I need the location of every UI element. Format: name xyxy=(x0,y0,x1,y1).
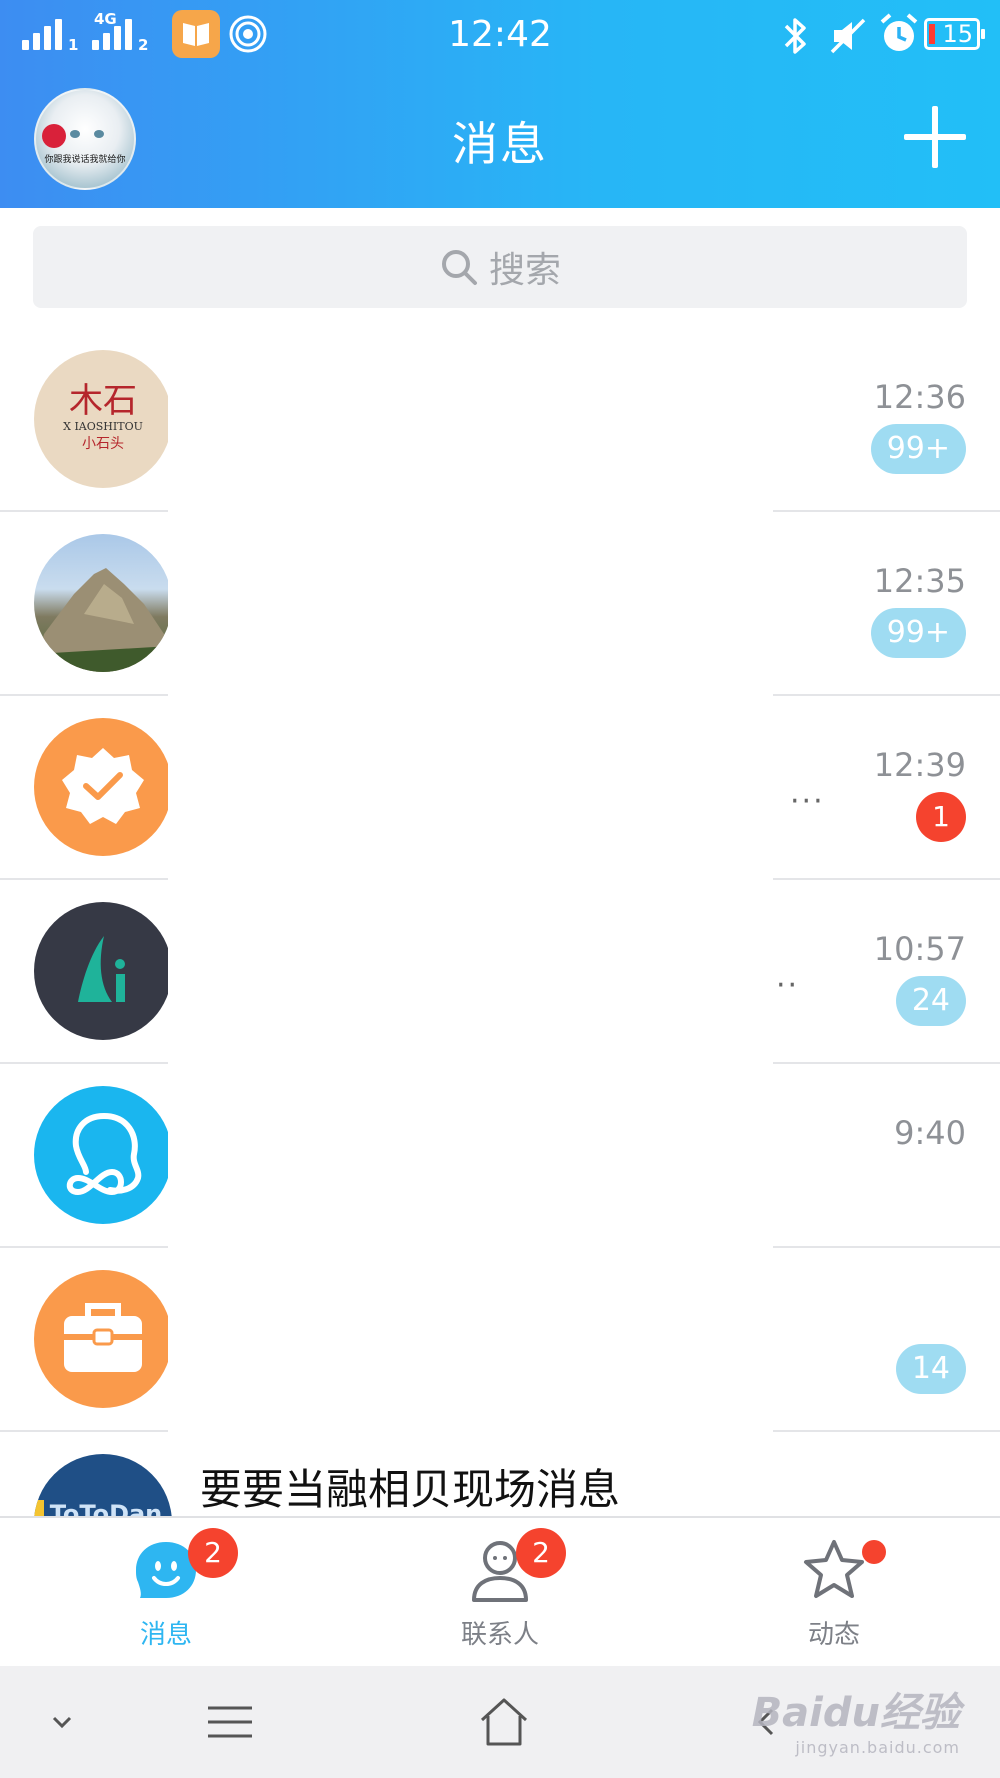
page-title: 消息 xyxy=(452,117,548,171)
avatar-brand-text: 小石头 xyxy=(82,436,124,452)
message-preview xyxy=(168,880,773,1064)
star-icon xyxy=(804,1540,864,1598)
menu-icon[interactable] xyxy=(200,1694,260,1750)
message-snippet-tail: ··· xyxy=(790,784,825,819)
watermark-url: jingyan.baidu.com xyxy=(795,1738,960,1757)
conversation-name: 要要当融相贝现场消息 xyxy=(200,1465,621,1514)
list-item[interactable]: 12:35 99+ xyxy=(0,512,1000,696)
message-time: 9:40 xyxy=(894,1114,966,1152)
search-placeholder: 搜索 xyxy=(488,250,561,291)
unread-badge: 14 xyxy=(895,1344,966,1394)
tab-label: 联系人 xyxy=(460,1620,539,1650)
watermark-brand: Baidu经验 xyxy=(751,1690,960,1736)
alarm-icon xyxy=(880,13,918,51)
plus-icon[interactable] xyxy=(904,106,966,168)
message-preview xyxy=(168,1064,773,1248)
list-item[interactable]: ToToDan 要要当融相贝现场消息 xyxy=(0,1432,1000,1516)
tab-badge: 2 xyxy=(188,1528,238,1578)
unread-badge: 99+ xyxy=(870,608,966,658)
avatar xyxy=(34,902,172,1040)
avatar xyxy=(34,534,172,672)
message-snippet-tail: ·· xyxy=(776,968,800,1003)
watermark: Baidu经验 jingyan.baidu.com xyxy=(752,1680,960,1757)
message-preview xyxy=(168,512,773,696)
message-time: 12:36 xyxy=(873,378,966,416)
unread-badge: 24 xyxy=(895,976,966,1026)
mute-icon xyxy=(830,18,866,54)
tab-label: 消息 xyxy=(139,1620,192,1650)
tab-new-dot xyxy=(862,1540,886,1564)
tab-messages[interactable]: 2 消息 xyxy=(66,1518,266,1668)
list-item[interactable]: 9:40 xyxy=(0,1064,1000,1248)
app-header: 1 4G 2 12:42 15 你跟我说话我就给你 消息 xyxy=(0,0,1000,208)
avatar-brand-text: ToToDan xyxy=(50,1500,163,1516)
bottom-tab-bar: 2 消息 2 联系人 动态 xyxy=(0,1516,1000,1666)
list-item[interactable]: ·· 10:57 24 xyxy=(0,880,1000,1064)
contact-service-icon xyxy=(34,1086,172,1224)
list-item[interactable]: ··· 12:39 1 xyxy=(0,696,1000,880)
status-bar: 1 4G 2 12:42 15 xyxy=(0,0,1000,72)
message-time: 12:39 xyxy=(873,746,966,784)
unread-badge: 1 xyxy=(916,792,966,842)
system-nav-bar: Baidu经验 jingyan.baidu.com xyxy=(0,1666,1000,1778)
message-time: 12:35 xyxy=(873,562,966,600)
bluetooth-icon xyxy=(784,18,806,54)
search-input[interactable]: 搜索 xyxy=(33,226,967,308)
message-preview xyxy=(168,328,773,512)
avatar: 木石 X IAOSHITOU 小石头 xyxy=(34,350,172,488)
svg-text:木石: 木石 xyxy=(69,381,137,421)
home-icon[interactable] xyxy=(474,1694,534,1750)
chevron-down-icon[interactable] xyxy=(32,1694,92,1750)
tab-label: 动态 xyxy=(807,1620,860,1650)
list-item[interactable]: 14 xyxy=(0,1248,1000,1432)
avatar-brand-text: X IAOSHITOU xyxy=(63,420,143,433)
verified-badge-icon xyxy=(34,718,172,856)
tab-badge: 2 xyxy=(516,1528,566,1578)
conversation-list[interactable]: 木石 X IAOSHITOU 小石头 12:36 99+ 12:35 99+ ·… xyxy=(0,328,1000,1516)
list-item[interactable]: 木石 X IAOSHITOU 小石头 12:36 99+ xyxy=(0,328,1000,512)
message-preview xyxy=(168,696,773,880)
avatar: ToToDan xyxy=(34,1454,172,1516)
search-icon xyxy=(441,250,477,285)
message-preview xyxy=(168,1248,773,1432)
tab-moments[interactable]: 动态 xyxy=(734,1518,934,1668)
battery-icon: 15 xyxy=(924,18,985,50)
title-bar: 你跟我说话我就给你 消息 xyxy=(0,72,1000,208)
tab-contacts[interactable]: 2 联系人 xyxy=(400,1518,600,1668)
briefcase-icon xyxy=(34,1270,172,1408)
unread-badge: 99+ xyxy=(870,424,966,474)
message-time: 10:57 xyxy=(873,930,966,968)
battery-level: 15 xyxy=(942,20,973,48)
